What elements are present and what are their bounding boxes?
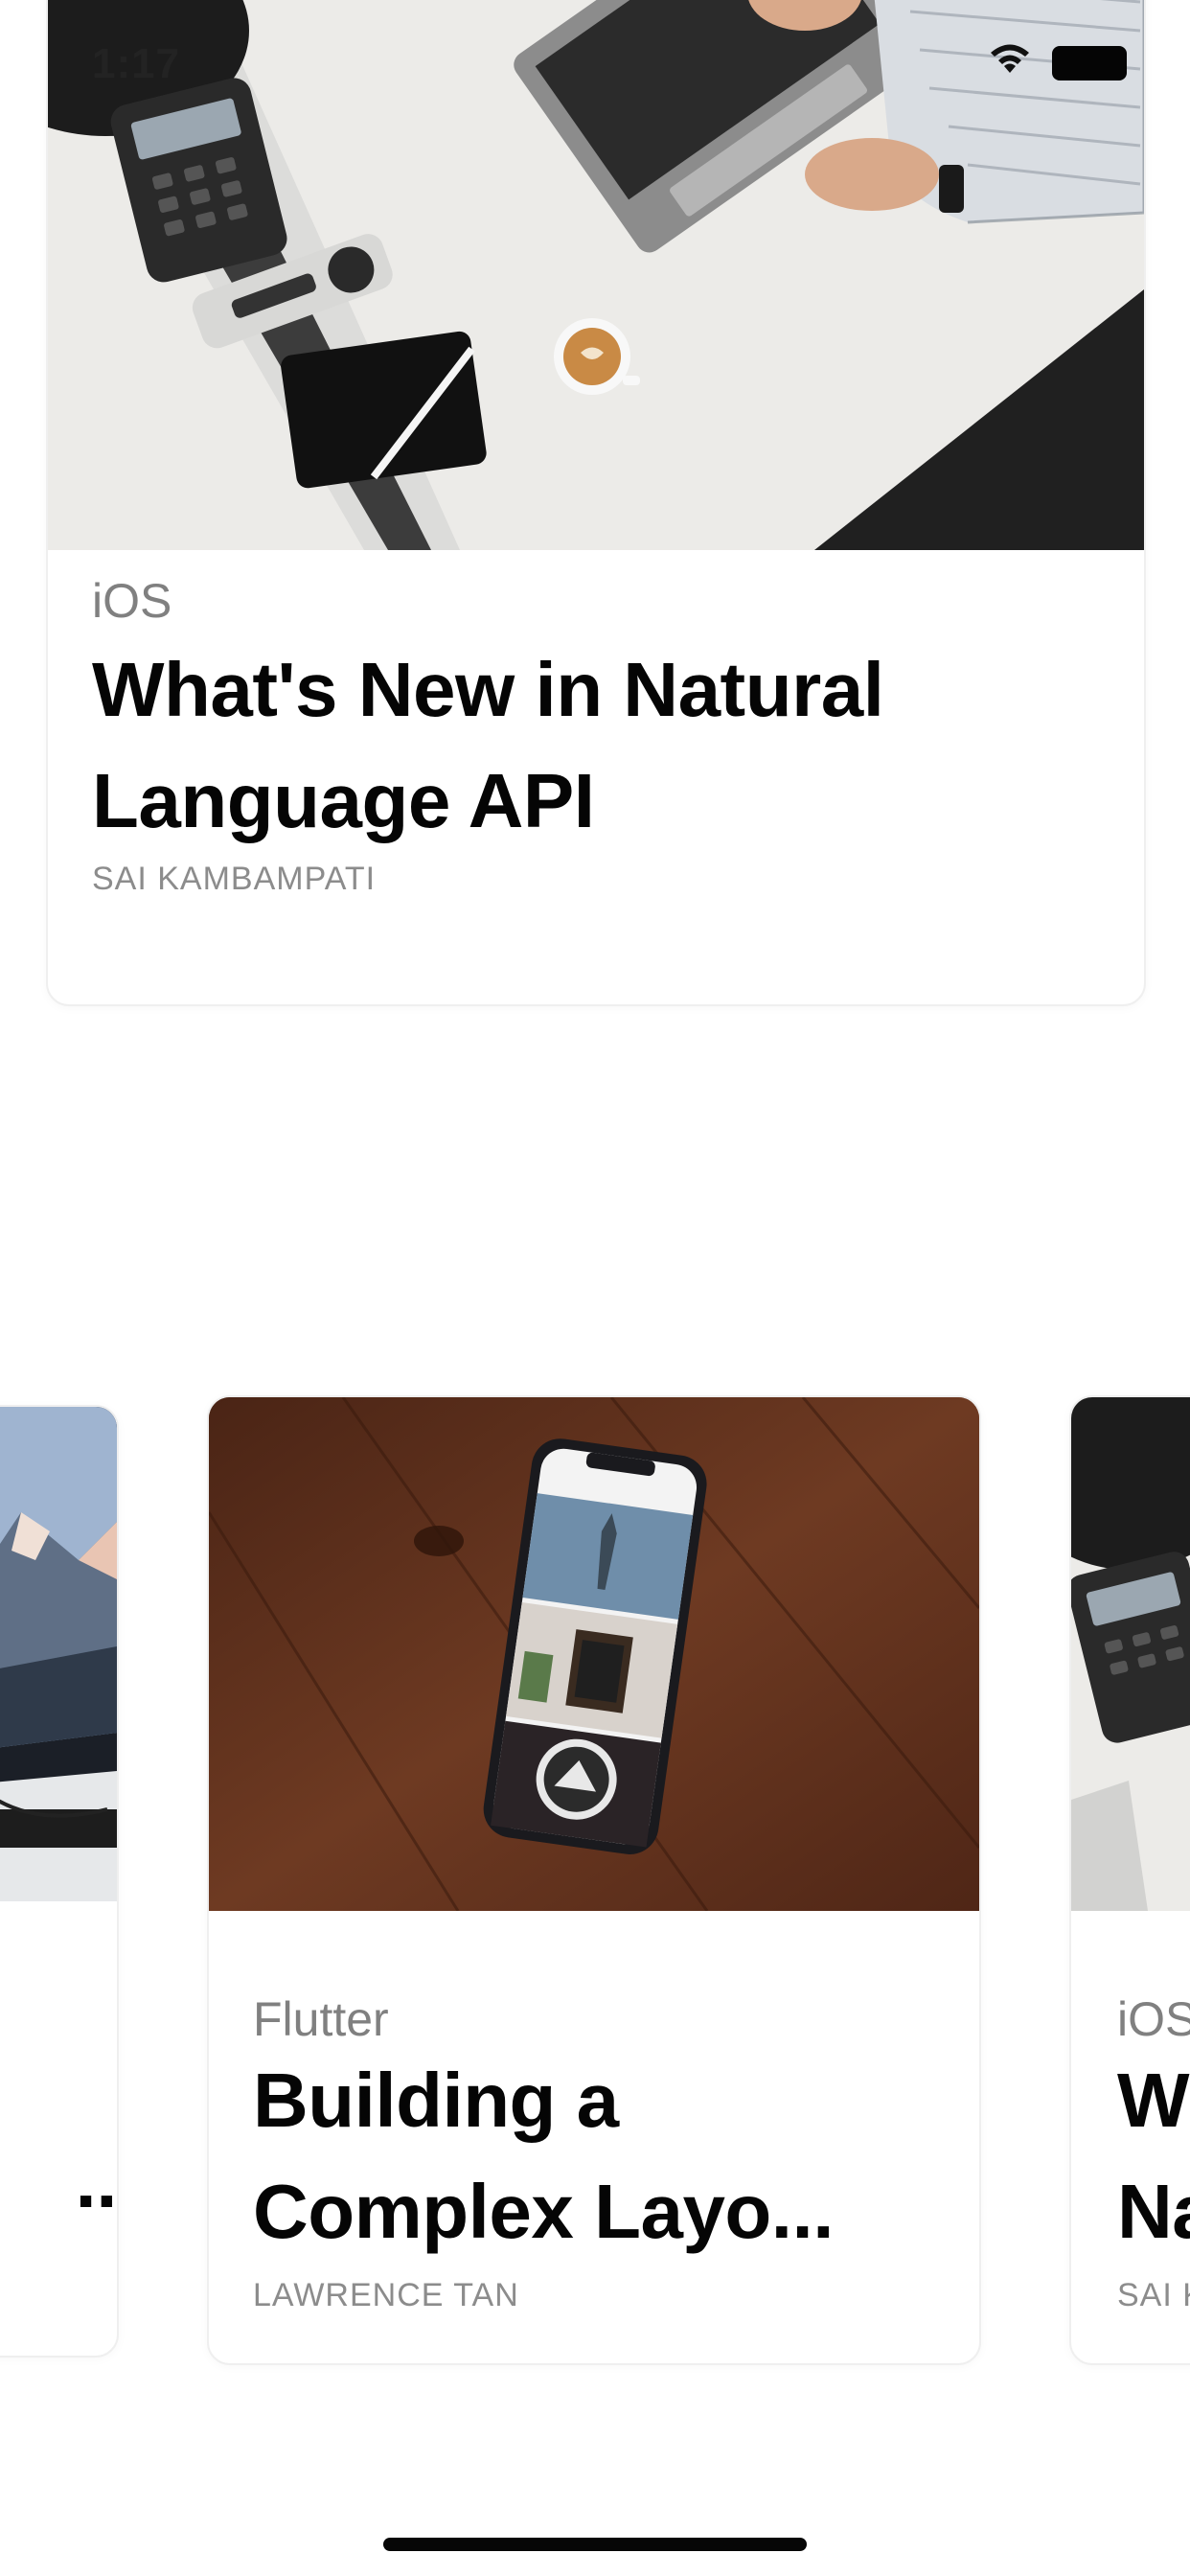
carousel-card-right-title-line1: W bbox=[1117, 2058, 1190, 2143]
carousel-card-right-category: iOS bbox=[1117, 1992, 1190, 2046]
hero-article-card[interactable]: iOS What's New in Natural Language API S… bbox=[46, 0, 1146, 1006]
hero-article-image bbox=[48, 0, 1144, 550]
carousel-card-right-title-line2: Na bbox=[1117, 2169, 1190, 2254]
hero-article-title: What's New in Natural Language API bbox=[92, 634, 884, 857]
carousel-card-left[interactable]: .. bbox=[0, 1405, 119, 2358]
carousel-card-right-author: SAI K bbox=[1117, 2277, 1190, 2313]
hero-article-author: SAI KAMBAMPATI bbox=[92, 861, 377, 897]
carousel-card-center-title: Building a Complex Layo... bbox=[253, 2045, 834, 2267]
hero-article-title-line1: What's New in Natural bbox=[92, 647, 884, 732]
laptop-desk-photo-icon bbox=[48, 0, 1144, 550]
carousel-card-left-title: .. bbox=[75, 2138, 117, 2223]
carousel-card-right-image bbox=[1071, 1397, 1190, 1911]
laptop-desk-photo-icon bbox=[1071, 1397, 1190, 1911]
home-indicator[interactable] bbox=[383, 2538, 807, 2551]
monitor-mountain-photo-icon bbox=[0, 1407, 117, 1901]
carousel-card-center-title-line1: Building a bbox=[253, 2058, 619, 2143]
carousel-card-left-image bbox=[0, 1407, 117, 1901]
battery-icon bbox=[1052, 46, 1127, 80]
hero-article-title-line2: Language API bbox=[92, 758, 595, 843]
phone-on-wood-photo-icon bbox=[209, 1397, 979, 1911]
carousel-card-center-category: Flutter bbox=[253, 1992, 389, 2046]
screen: 1:17 iOS What's New in Natural Language … bbox=[0, 0, 1190, 2576]
carousel-card-center-image bbox=[209, 1397, 979, 1911]
carousel-card-center-title-line2: Complex Layo... bbox=[253, 2169, 834, 2254]
carousel-card-right-title: W Na bbox=[1117, 2045, 1190, 2267]
status-time: 1:17 bbox=[92, 40, 181, 87]
carousel-card-right[interactable]: iOS W Na SAI K bbox=[1069, 1395, 1190, 2365]
wifi-icon bbox=[991, 44, 1029, 73]
carousel-card-center[interactable]: Flutter Building a Complex Layo... LAWRE… bbox=[207, 1395, 981, 2365]
carousel-card-center-author: LAWRENCE TAN bbox=[253, 2277, 519, 2313]
hero-article-category: iOS bbox=[92, 574, 172, 628]
